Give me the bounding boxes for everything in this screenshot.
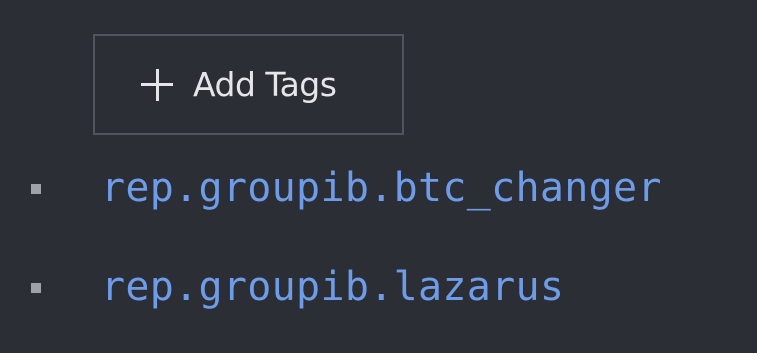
tags-panel: Add Tags rep.groupib.btc_changer rep.gro… (0, 0, 757, 353)
tag-link-btc-changer[interactable]: rep.groupib.btc_changer (101, 165, 662, 211)
add-tags-button[interactable]: Add Tags (93, 34, 404, 135)
bullet-marker (31, 184, 41, 194)
bullet-marker (31, 283, 41, 293)
tag-link-lazarus[interactable]: rep.groupib.lazarus (101, 264, 564, 310)
plus-icon (141, 68, 173, 101)
tag-item: rep.groupib.lazarus (0, 259, 757, 319)
add-tags-label: Add Tags (193, 65, 337, 104)
tag-item: rep.groupib.btc_changer (0, 160, 757, 220)
